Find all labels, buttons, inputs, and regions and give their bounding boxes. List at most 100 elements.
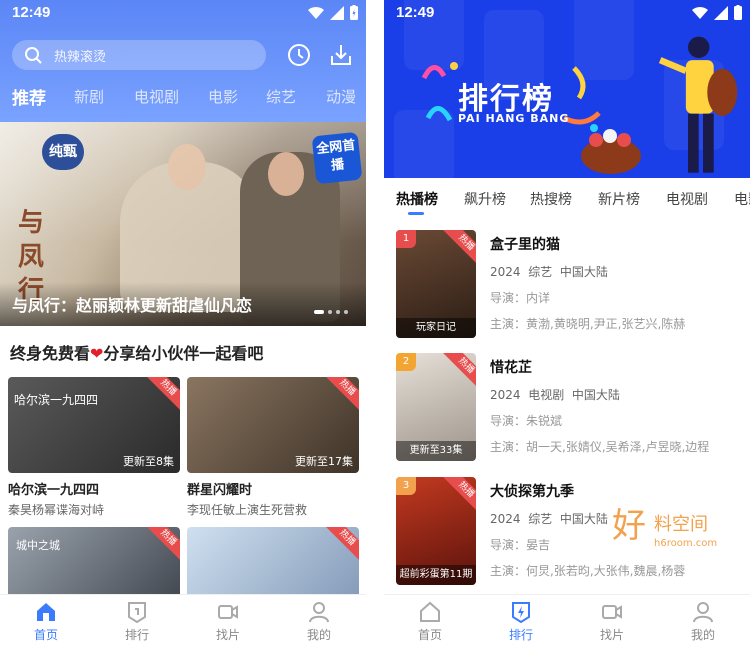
item-meta: 2024 电视剧 中国大陆 bbox=[490, 388, 620, 402]
person-illustration-icon bbox=[658, 36, 738, 173]
rank-number: 2 bbox=[396, 353, 416, 371]
video-camera-icon bbox=[218, 605, 238, 619]
video-camera-icon bbox=[602, 605, 622, 619]
home-screen: 12:49 热辣滚烫 推荐 新剧 电视剧 电影 综艺 动漫 纯甄 全网首播 与凤… bbox=[0, 0, 366, 650]
download-icon[interactable] bbox=[328, 42, 354, 68]
tab-new[interactable]: 新片榜 bbox=[598, 189, 640, 209]
nav-rank[interactable]: 排行 bbox=[491, 601, 551, 643]
card-subtitle: 李现任敏上演生死营救 bbox=[187, 503, 308, 517]
poster-thumbnail: 2 热播 更新至33集 bbox=[396, 353, 476, 461]
rank-item[interactable]: 1 热播 玩家日记 盒子里的猫 2024 综艺 中国大陆 导演：内详 主演：黄渤… bbox=[384, 230, 750, 350]
search-placeholder: 热辣滚烫 bbox=[54, 50, 107, 65]
nav-discover-label: 找片 bbox=[215, 628, 240, 642]
poster-caption: 超前彩蛋第11期 bbox=[396, 565, 476, 585]
status-bar: 12:49 bbox=[384, 0, 750, 26]
nav-home[interactable]: 首页 bbox=[400, 601, 460, 643]
rank-icon bbox=[128, 602, 146, 623]
card-thumbnail: 热播 更新至17集 bbox=[187, 377, 359, 473]
ranking-subtitle: PAI HANG BANG bbox=[458, 112, 570, 125]
episode-label: 更新至17集 bbox=[295, 455, 353, 468]
tab-movie[interactable]: 电影 bbox=[734, 189, 750, 209]
tab-tv[interactable]: 电视剧 bbox=[134, 86, 179, 107]
episode-label: 更新至8集 bbox=[123, 455, 174, 468]
section-title: 终身免费看❤分享给小伙伴一起看吧 bbox=[10, 344, 264, 363]
card-subtitle: 秦昊杨幂谍海对峙 bbox=[8, 503, 105, 517]
hot-badge: 热播 bbox=[442, 353, 476, 390]
video-card[interactable]: 热播 哈尔滨一九四四 更新至8集 哈尔滨一九四四 秦昊杨幂谍海对峙 bbox=[8, 377, 180, 518]
nav-discover[interactable]: 找片 bbox=[198, 601, 258, 643]
hot-badge: 热播 bbox=[144, 527, 180, 562]
ranking-header: 12:49 排行榜 PAI HANG BANG bbox=[384, 0, 750, 178]
battery-icon bbox=[734, 5, 742, 20]
tab-hot[interactable]: 热播榜 bbox=[396, 189, 438, 215]
status-icons bbox=[308, 5, 358, 20]
nav-home-label: 首页 bbox=[33, 628, 58, 642]
rank-icon bbox=[512, 602, 530, 623]
item-cast: 主演：黄渤,黄晓明,尹正,张艺兴,陈赫 bbox=[490, 317, 686, 331]
card-logo: 城中之城 bbox=[16, 539, 60, 552]
hot-badge: 热播 bbox=[144, 377, 180, 412]
nav-home-label: 首页 bbox=[417, 628, 442, 642]
item-title: 盒子里的猫 bbox=[490, 237, 560, 253]
nav-profile[interactable]: 我的 bbox=[289, 601, 349, 643]
nav-rank-label: 排行 bbox=[124, 628, 149, 642]
card-title: 群星闪耀时 bbox=[187, 483, 253, 498]
nav-profile[interactable]: 我的 bbox=[673, 601, 733, 643]
tab-anime[interactable]: 动漫 bbox=[326, 86, 356, 107]
history-icon[interactable] bbox=[286, 42, 312, 68]
bottom-nav: 首页 排行 找片 我的 bbox=[384, 594, 750, 650]
sponsor-badge: 纯甄 bbox=[42, 134, 84, 170]
hero-banner[interactable]: 纯甄 全网首播 与凤行 与凤行：赵丽颖林更新甜虐仙凡恋 bbox=[0, 122, 366, 326]
item-director: 导演：朱锐斌 bbox=[490, 414, 563, 428]
nav-discover-label: 找片 bbox=[599, 628, 624, 642]
nav-home[interactable]: 首页 bbox=[16, 601, 76, 643]
tab-variety[interactable]: 综艺 bbox=[266, 86, 296, 107]
user-icon bbox=[309, 602, 329, 623]
rank-number: 3 bbox=[396, 477, 416, 495]
home-icon bbox=[420, 601, 440, 622]
search-input[interactable]: 热辣滚烫 bbox=[12, 40, 266, 70]
video-card[interactable]: 热播 更新至17集 群星闪耀时 李现任敏上演生死营救 bbox=[187, 377, 359, 518]
item-director: 导演：内详 bbox=[490, 291, 551, 305]
nav-profile-label: 我的 bbox=[690, 628, 715, 642]
tab-search[interactable]: 热搜榜 bbox=[530, 189, 572, 209]
hot-badge: 热播 bbox=[442, 477, 476, 514]
poster-thumbnail: 3 热播 超前彩蛋第11期 bbox=[396, 477, 476, 585]
user-icon bbox=[693, 602, 713, 623]
card-logo: 哈尔滨一九四四 bbox=[14, 393, 99, 407]
banner-caption-text: 与凤行：赵丽颖林更新甜虐仙凡恋 bbox=[12, 296, 253, 315]
nav-rank[interactable]: 排行 bbox=[107, 601, 167, 643]
ranking-screen: 12:49 排行榜 PAI HANG BANG 热播榜 飙升榜 热搜榜 新片榜 … bbox=[384, 0, 750, 650]
ranking-tabs: 热播榜 飙升榜 热搜榜 新片榜 电视剧 电影 bbox=[384, 178, 750, 218]
status-bar: 12:49 bbox=[0, 0, 366, 26]
tab-recommend[interactable]: 推荐 bbox=[12, 84, 46, 109]
tab-new-drama[interactable]: 新剧 bbox=[74, 86, 104, 107]
bottom-nav: 首页 排行 找片 我的 bbox=[0, 594, 366, 650]
tab-movie[interactable]: 电影 bbox=[208, 86, 238, 107]
banner-caption: 与凤行：赵丽颖林更新甜虐仙凡恋 bbox=[0, 282, 366, 326]
poster-caption: 玩家日记 bbox=[396, 318, 476, 338]
tab-rising[interactable]: 飙升榜 bbox=[464, 189, 506, 209]
nav-discover[interactable]: 找片 bbox=[582, 601, 642, 643]
home-icon bbox=[37, 603, 55, 621]
wifi-icon bbox=[308, 6, 324, 19]
item-cast: 主演：胡一天,张婧仪,吴希泽,卢昱晓,边程 bbox=[490, 440, 710, 454]
home-header: 12:49 热辣滚烫 推荐 新剧 电视剧 电影 综艺 动漫 bbox=[0, 0, 366, 122]
signal-icon bbox=[714, 5, 728, 20]
nav-profile-label: 我的 bbox=[306, 628, 331, 642]
hot-badge: 热播 bbox=[442, 230, 476, 267]
rank-item[interactable]: 2 热播 更新至33集 惜花芷 2024 电视剧 中国大陆 导演：朱锐斌 主演：… bbox=[384, 353, 750, 473]
rank-number: 1 bbox=[396, 230, 416, 248]
watermark: 好 料空间 h6room.com bbox=[612, 506, 718, 549]
premiere-badge: 全网首播 bbox=[311, 131, 363, 185]
hot-badge: 热播 bbox=[323, 377, 359, 412]
search-icon bbox=[25, 47, 42, 64]
category-tabs: 推荐 新剧 电视剧 电影 综艺 动漫 bbox=[0, 82, 366, 112]
status-time: 12:49 bbox=[12, 4, 51, 21]
poster-caption: 更新至33集 bbox=[396, 441, 476, 461]
status-time: 12:49 bbox=[396, 4, 435, 21]
nav-rank-label: 排行 bbox=[508, 628, 533, 642]
tab-tv[interactable]: 电视剧 bbox=[666, 189, 708, 209]
carousel-dots bbox=[314, 310, 348, 314]
battery-icon bbox=[350, 5, 358, 20]
